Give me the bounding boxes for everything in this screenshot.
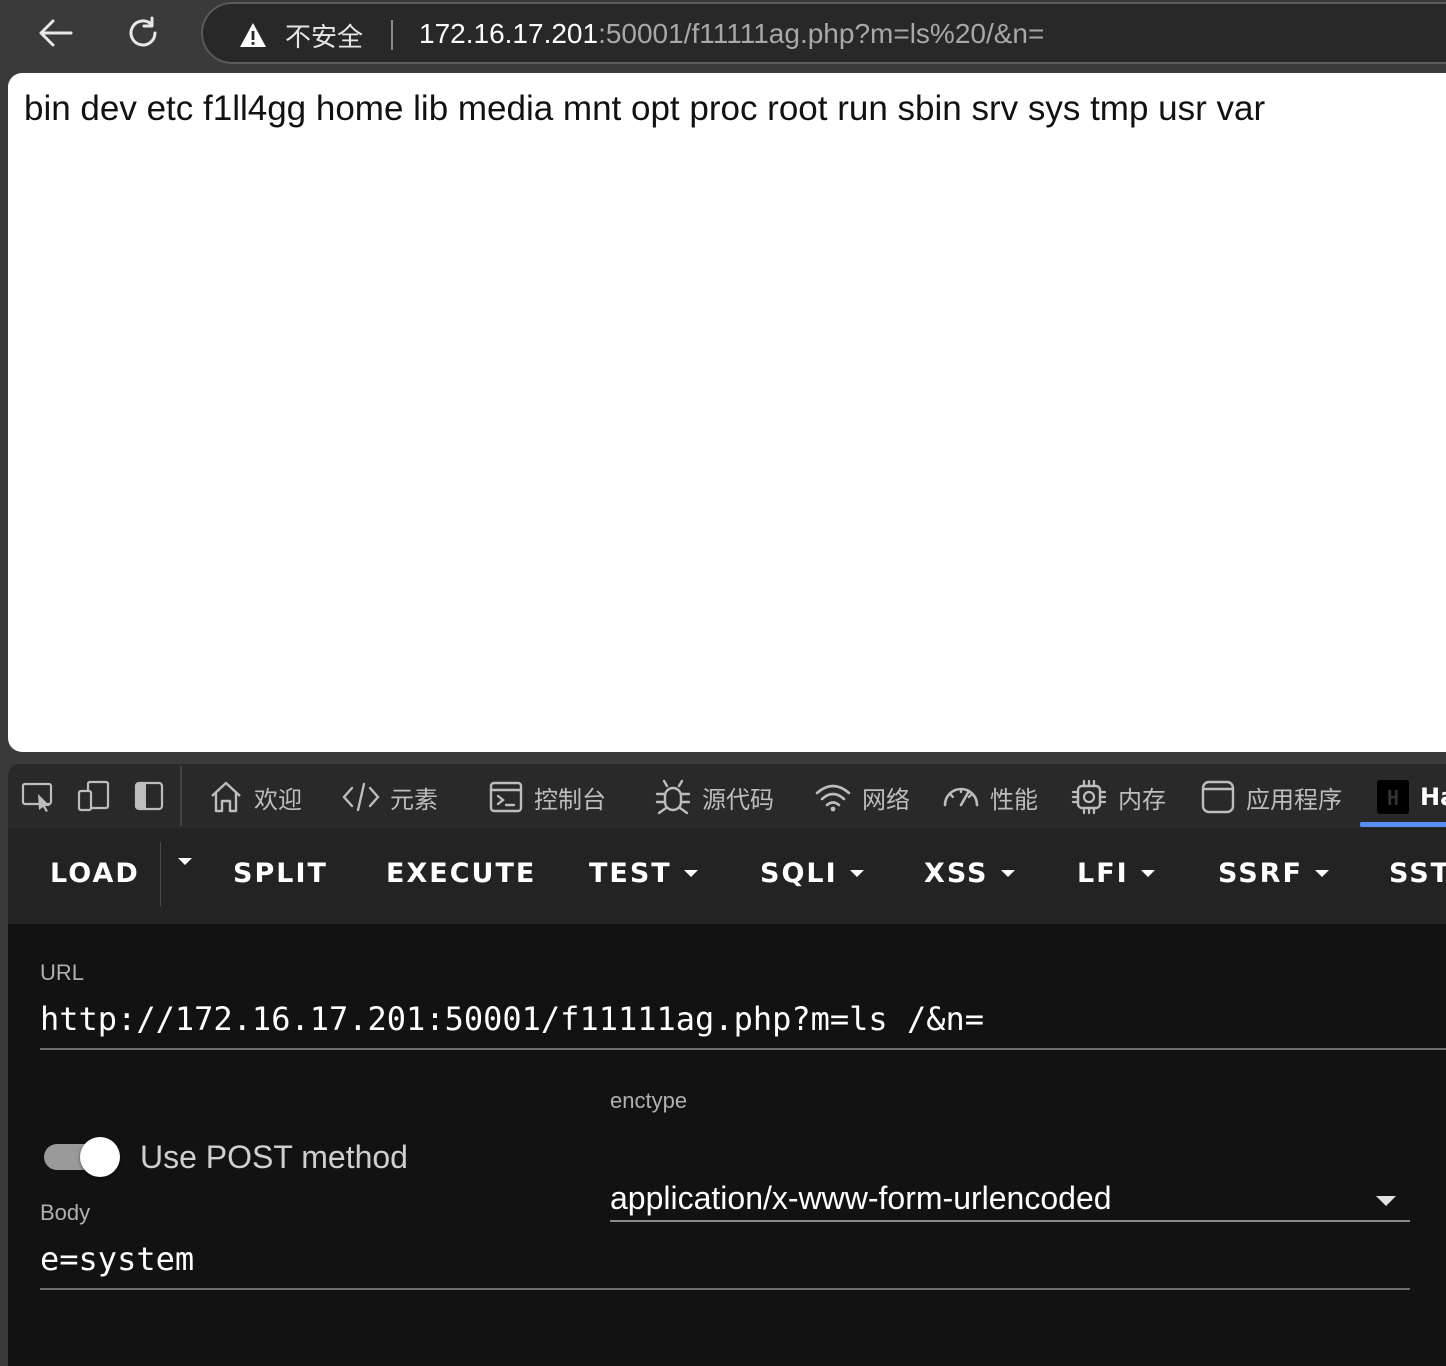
load-dropdown-button[interactable]: [166, 858, 192, 865]
device-emulation-button[interactable]: [76, 778, 112, 814]
body-field[interactable]: e=system: [40, 1240, 194, 1278]
wifi-icon: [815, 784, 851, 812]
tab-welcome[interactable]: 欢迎: [208, 776, 302, 818]
execute-button[interactable]: EXECUTE: [386, 858, 536, 889]
chevron-down-icon[interactable]: [1376, 1196, 1396, 1206]
ssrf-menu-button[interactable]: SSRF: [1218, 858, 1329, 889]
chevron-down-icon: [849, 870, 864, 877]
chip-icon: [1071, 779, 1107, 815]
tab-elements[interactable]: 元素: [342, 776, 438, 818]
load-split-divider: [160, 842, 161, 906]
insecure-label[interactable]: 不安全: [285, 17, 363, 54]
hackbar-toolbar: LOAD SPLIT EXECUTE TEST SQLI XSS LFI SSR…: [8, 828, 1446, 924]
sqli-menu-button[interactable]: SQLI: [760, 858, 864, 889]
command-output: bin dev etc f1ll4gg home lib media mnt o…: [24, 89, 1266, 128]
chevron-down-icon: [178, 858, 192, 865]
body-field-label: Body: [40, 1200, 91, 1225]
back-button[interactable]: [32, 10, 78, 56]
split-button[interactable]: SPLIT: [233, 858, 328, 889]
lfi-menu-button[interactable]: LFI: [1077, 858, 1155, 889]
tab-application-label: 应用程序: [1246, 785, 1342, 814]
tab-hackbar[interactable]: H Ha: [1376, 776, 1446, 818]
tab-memory-label: 内存: [1118, 785, 1166, 814]
body-field-underline: [40, 1288, 1410, 1290]
warning-icon[interactable]: [239, 22, 267, 48]
bug-icon: [655, 779, 691, 815]
post-method-toggle-knob[interactable]: [80, 1137, 120, 1177]
chevron-down-icon: [1000, 870, 1015, 877]
enctype-select-underline: [610, 1220, 1410, 1222]
chevron-down-icon: [1314, 870, 1329, 877]
reload-icon: [129, 16, 157, 47]
inspect-icon: [21, 782, 53, 812]
tab-network-label: 网络: [862, 785, 910, 814]
code-icon: [342, 782, 380, 812]
enctype-label: enctype: [610, 1088, 688, 1113]
tab-console-label: 控制台: [534, 785, 606, 814]
xss-menu-button[interactable]: XSS: [924, 858, 1015, 889]
tab-performance[interactable]: 性能: [942, 776, 1038, 818]
gauge-icon: [943, 787, 979, 807]
device-icon: [77, 780, 110, 812]
tab-application[interactable]: 应用程序: [1200, 776, 1342, 818]
devtools-tabbar: 欢迎 元素 控制台 源代码 网络 性能 内存 应用程序 H H: [8, 764, 1446, 828]
console-icon: [489, 781, 523, 813]
tab-elements-label: 元素: [390, 785, 438, 814]
tabbar-divider: [180, 766, 182, 826]
svg-text:H: H: [1387, 786, 1399, 810]
omnibox-divider: [391, 20, 393, 50]
test-menu-button[interactable]: TEST: [589, 858, 698, 889]
hackbar-form: URL http://172.16.17.201:50001/f11111ag.…: [8, 924, 1446, 1366]
url-host: 172.16.17.201: [419, 18, 599, 49]
page-content: bin dev etc f1ll4gg home lib media mnt o…: [8, 73, 1446, 752]
post-method-label[interactable]: Use POST method: [140, 1139, 408, 1176]
inspect-element-button[interactable]: [20, 778, 56, 814]
sidebar-icon: [134, 781, 164, 811]
active-tab-indicator: [1360, 822, 1446, 827]
ssti-menu-button[interactable]: SST: [1389, 858, 1446, 889]
dock-side-button[interactable]: [132, 778, 168, 814]
tab-sources[interactable]: 源代码: [654, 776, 774, 818]
load-button[interactable]: LOAD: [50, 858, 140, 889]
enctype-select[interactable]: application/x-www-form-urlencoded: [610, 1180, 1112, 1217]
arrow-left-icon: [39, 19, 73, 47]
reload-button[interactable]: [120, 10, 166, 56]
tab-sources-label: 源代码: [702, 785, 774, 814]
url-path: :50001/f11111ag.php?m=ls%20/&n=: [598, 18, 1045, 49]
tab-welcome-label: 欢迎: [254, 785, 302, 814]
chevron-down-icon: [683, 870, 698, 877]
tab-network[interactable]: 网络: [814, 776, 910, 818]
url-field-label: URL: [40, 960, 85, 985]
app-window-icon: [1201, 780, 1235, 814]
tab-performance-label: 性能: [990, 785, 1038, 814]
url-text[interactable]: 172.16.17.201:50001/f11111ag.php?m=ls%20…: [419, 18, 1044, 50]
hackbar-icon: H: [1377, 780, 1409, 814]
url-field[interactable]: http://172.16.17.201:50001/f11111ag.php?…: [40, 1000, 984, 1038]
home-icon: [211, 781, 241, 813]
address-bar[interactable]: 不安全 172.16.17.201:50001/f11111ag.php?m=l…: [201, 2, 1446, 64]
tab-console[interactable]: 控制台: [488, 776, 606, 818]
tab-memory[interactable]: 内存: [1070, 776, 1166, 818]
devtools-panel: 欢迎 元素 控制台 源代码 网络 性能 内存 应用程序 H H LOAD SPL…: [8, 764, 1446, 1366]
browser-toolbar: 不安全 172.16.17.201:50001/f11111ag.php?m=l…: [0, 0, 1446, 72]
url-field-underline: [40, 1048, 1446, 1050]
tab-hackbar-label: Ha: [1420, 783, 1446, 811]
chevron-down-icon: [1140, 870, 1155, 877]
